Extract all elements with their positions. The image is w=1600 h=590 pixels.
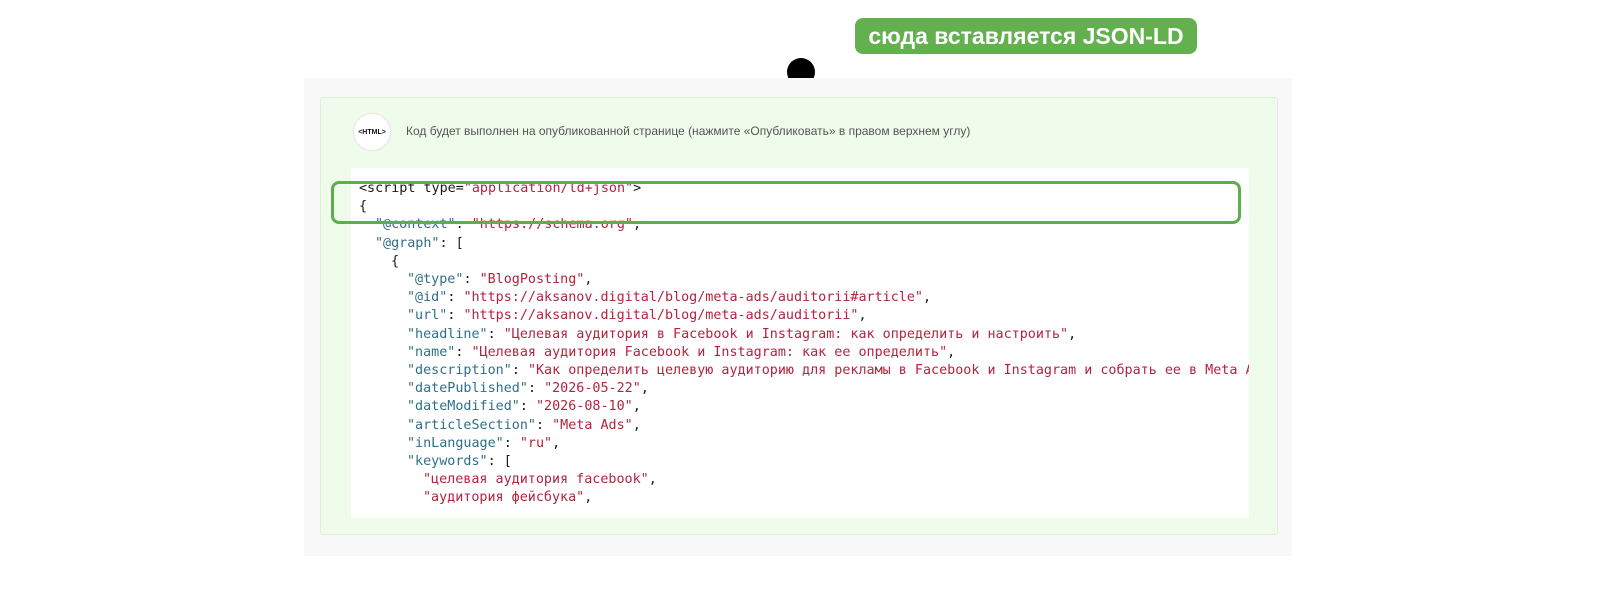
code-punct: : — [487, 326, 504, 342]
code-key: "description" — [407, 363, 512, 378]
code-line: "целевая аудитория facebook", — [423, 471, 657, 489]
code-string: "Целевая аудитория в Facebook и Instagra… — [503, 326, 1069, 342]
code-line: "inLanguage": "ru", — [407, 435, 560, 453]
code-punct: , — [858, 308, 867, 324]
code-line: "@graph": [ — [375, 235, 464, 253]
code-punct: , — [947, 344, 956, 360]
code-punct: : — [503, 435, 520, 451]
code-punct: , — [584, 272, 593, 287]
code-string: "https://aksanov.digital/blog/meta-ads/a… — [463, 290, 923, 306]
code-punct: : — [511, 363, 528, 378]
code-punct: { — [391, 253, 400, 269]
code-line: "аудитория фейсбука", — [423, 489, 592, 507]
code-punct: , — [922, 290, 932, 306]
code-punct: : — [536, 417, 553, 433]
code-punct: , — [632, 417, 641, 433]
code-punct: , — [584, 490, 593, 506]
code-punct: : — [447, 308, 464, 324]
code-string: "аудитория фейсбука" — [423, 490, 585, 506]
code-punct: , — [632, 399, 641, 415]
code-punct: : — [455, 344, 472, 360]
code-punct: : — [527, 381, 545, 397]
code-key: "url" — [407, 308, 448, 324]
code-punct: , — [552, 435, 561, 451]
code-punct: , — [640, 381, 649, 397]
code-key: "headline" — [407, 326, 488, 342]
code-string: "ru" — [519, 435, 553, 451]
code-string: "2026-05-22" — [544, 381, 641, 397]
code-string: "Как определить целевую аудиторию для ре… — [527, 363, 1249, 378]
code-key: "articleSection" — [407, 417, 536, 433]
code-key: "keywords" — [407, 454, 488, 469]
code-string: "Meta Ads" — [552, 417, 633, 433]
html-icon: <HTML> — [353, 113, 391, 151]
code-key: "@graph" — [375, 235, 440, 251]
code-line: "url": "https://aksanov.digital/blog/met… — [407, 307, 867, 325]
code-line: "articleSection": "Meta Ads", — [407, 417, 641, 435]
code-line: "@type": "BlogPosting", — [407, 271, 592, 289]
code-string: "BlogPosting" — [479, 272, 585, 287]
code-line: { — [391, 253, 399, 271]
code-line: "@id": "https://aksanov.digital/blog/met… — [407, 289, 931, 307]
code-key: "name" — [407, 344, 456, 360]
code-punct: , — [1068, 326, 1077, 342]
code-string: "2026-08-10" — [536, 399, 633, 415]
code-punct: : — [447, 290, 464, 306]
code-line: "headline": "Целевая аудитория в Faceboo… — [407, 326, 1076, 344]
highlight-frame — [331, 181, 1241, 224]
publish-notice: Код будет выполнен на опубликованной стр… — [406, 124, 971, 138]
code-key: "inLanguage" — [407, 435, 504, 451]
code-punct: : [ — [487, 454, 512, 469]
code-key: "datePublished" — [407, 381, 528, 397]
code-string: "https://aksanov.digital/blog/meta-ads/a… — [463, 308, 859, 324]
code-key: "@id" — [407, 290, 448, 306]
code-string: "Целевая аудитория Facebook и Instagram:… — [471, 344, 948, 360]
code-key: "dateModified" — [407, 399, 520, 415]
json-ld-callout: сюда вставляется JSON-LD — [855, 18, 1197, 54]
code-punct: : — [463, 272, 480, 287]
code-line: "keywords": [ — [407, 453, 512, 471]
code-line: "dateModified": "2026-08-10", — [407, 398, 641, 416]
code-punct: , — [648, 472, 657, 488]
code-string: "целевая аудитория facebook" — [423, 472, 649, 488]
code-line: "datePublished": "2026-05-22", — [407, 380, 649, 398]
code-punct: : [ — [439, 235, 464, 251]
code-punct: : — [519, 399, 536, 415]
code-line: "name": "Целевая аудитория Facebook и In… — [407, 344, 955, 362]
code-line: "description": "Как определить целевую а… — [407, 362, 1249, 380]
code-key: "@type" — [407, 272, 464, 287]
